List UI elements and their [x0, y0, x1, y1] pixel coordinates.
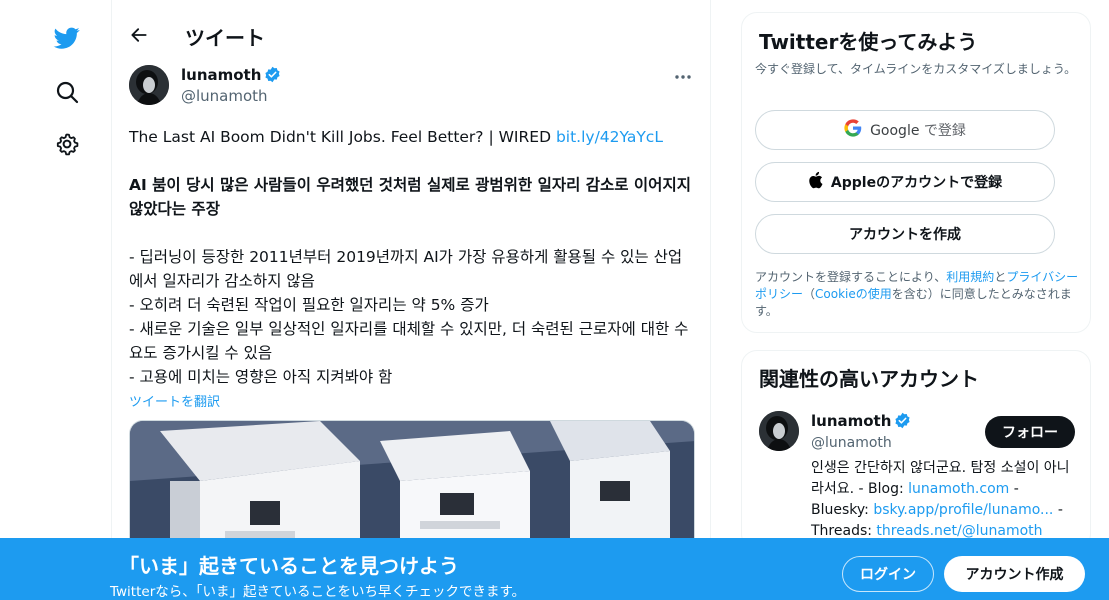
avatar[interactable]	[129, 65, 169, 105]
related-bio: 인생은 간단하지 않더군요. 탐정 소설이 아니라서요. - Blog: lun…	[811, 458, 1081, 542]
gear-icon[interactable]	[48, 125, 86, 163]
google-signup-label: Google で登録	[870, 120, 966, 140]
signup-banner: 「いま」起きていることを見つけよう Twitterなら、「いま」起きていることを…	[0, 538, 1109, 600]
page-title: ツイート	[185, 26, 265, 50]
cookie-link[interactable]: Cookieの使用	[815, 287, 892, 301]
google-icon	[844, 119, 862, 141]
verified-badge-icon	[894, 412, 911, 433]
left-nav	[0, 0, 112, 600]
author-name-text: lunamoth	[181, 66, 262, 84]
tweet-line-1-text: The Last AI Boom Didn't Kill Jobs. Feel …	[129, 128, 556, 146]
tweet-header: ツイート	[112, 0, 710, 60]
author-handle: @lunamoth	[181, 87, 268, 105]
follow-button[interactable]: フォロー	[985, 416, 1075, 448]
banner-title: 「いま」起きていることを見つけよう	[119, 554, 459, 578]
bio-link-bluesky[interactable]: bsky.app/profile/lunamo...	[873, 502, 1053, 518]
related-avatar[interactable]	[759, 411, 799, 451]
apple-icon	[808, 171, 823, 193]
tweet-author: lunamoth @lunamoth	[129, 65, 695, 109]
terms-mid-1: と	[994, 270, 1007, 284]
signup-title: Twitterを使ってみよう	[759, 30, 978, 54]
related-name[interactable]: lunamoth	[811, 412, 911, 433]
tweet-bullet-3: - 새로운 기술은 일부 일상적인 일자리를 대체할 수 있지만, 더 숙련된 …	[129, 320, 689, 362]
back-arrow-icon[interactable]	[126, 22, 152, 48]
tweet-body: The Last AI Boom Didn't Kill Jobs. Feel …	[129, 125, 695, 389]
tweet-headline: AI 붐이 당시 많은 사람들이 우려했던 것처럼 실제로 광범위한 일자리 감…	[129, 176, 691, 218]
translate-link[interactable]: ツイートを翻訳	[129, 391, 220, 410]
banner-create-account-button[interactable]: アカウント作成	[944, 556, 1085, 592]
main-column: ツイート lunamoth @lunamoth The Last AI Boom…	[111, 0, 711, 600]
author-name[interactable]: lunamoth	[181, 66, 281, 87]
tweet-line-1: The Last AI Boom Didn't Kill Jobs. Feel …	[129, 125, 695, 149]
apple-signup-button[interactable]: Appleのアカウントで登録	[755, 162, 1055, 202]
related-handle: @lunamoth	[811, 435, 892, 451]
bio-link-blog[interactable]: lunamoth.com	[908, 481, 1009, 497]
create-account-button[interactable]: アカウントを作成	[755, 214, 1055, 254]
verified-badge-icon	[264, 66, 281, 87]
related-accounts-card: 関連性の高いアカウント lunamoth @lunamoth フォロー 인생은 …	[741, 350, 1091, 550]
banner-subtitle: Twitterなら、「いま」起きていることをいち早くチェックできます。	[110, 584, 526, 600]
google-signup-button[interactable]: Google で登録	[755, 110, 1055, 150]
more-options-icon[interactable]	[671, 67, 695, 87]
twitter-bird-icon[interactable]	[48, 19, 86, 57]
related-name-text: lunamoth	[811, 412, 892, 430]
tweet-bullet-1: - 딥러닝이 등장한 2011년부터 2019년까지 AI가 가장 유용하게 활…	[129, 248, 683, 290]
bio-link-threads[interactable]: threads.net/@lunamoth	[876, 523, 1042, 539]
related-title: 関連性の高いアカウント	[759, 367, 979, 391]
terms-mid-2: （	[803, 287, 816, 301]
tweet-bullet-2: - 오히려 더 숙련된 작업이 필요한 일자리는 약 5% 증가	[129, 296, 489, 314]
apple-signup-label: Appleのアカウントで登録	[830, 175, 1003, 191]
terms-pre: アカウントを登録することにより、	[755, 270, 947, 284]
signup-card: Twitterを使ってみよう 今すぐ登録して、タイムラインをカスタマイズしましょ…	[741, 12, 1091, 333]
tweet-link[interactable]: bit.ly/42YaYcL	[556, 128, 663, 146]
terms-link[interactable]: 利用規約	[946, 270, 994, 284]
search-icon[interactable]	[48, 73, 86, 111]
signup-subtitle: 今すぐ登録して、タイムラインをカスタマイズしましょう。	[755, 62, 1077, 76]
login-button[interactable]: ログイン	[842, 556, 934, 592]
google-brand-text: Google	[870, 123, 920, 139]
tweet-bullet-4: - 고용에 미치는 영향은 아직 지켜봐야 함	[129, 368, 393, 386]
google-suffix-text: で登録	[919, 123, 966, 139]
terms-text: アカウントを登録することにより、利用規約とプライバシーポリシー（Cookieの使…	[755, 269, 1085, 320]
